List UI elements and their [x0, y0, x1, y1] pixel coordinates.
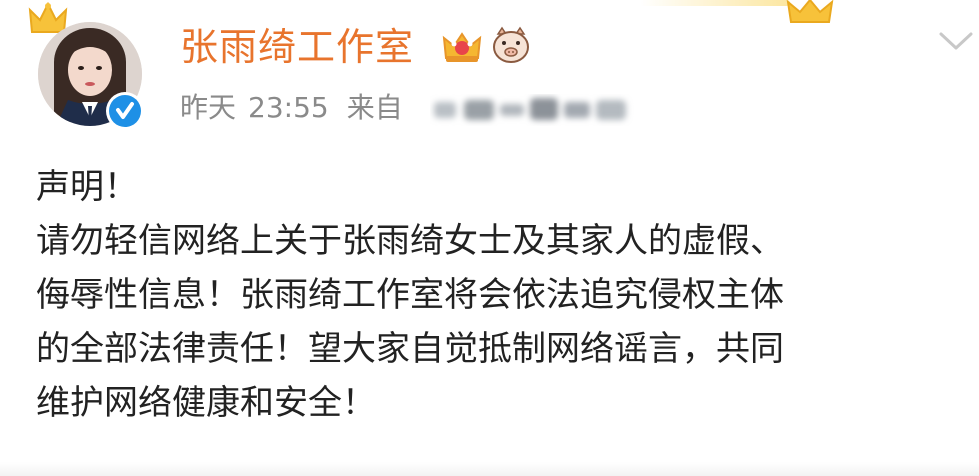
decorative-frame-line	[640, 0, 790, 6]
post-body-line: 请勿轻信网络上关于张雨绮女士及其家人的虚假、	[36, 221, 784, 261]
post-body-line: 维护网络健康和安全！	[36, 383, 376, 423]
post-timestamp-day: 昨天	[180, 91, 237, 124]
verified-badge-icon	[109, 95, 141, 127]
post-body: 声明！ 请勿轻信网络上关于张雨绮女士及其家人的虚假、 侮辱性信息！张雨绮工作室将…	[36, 160, 966, 430]
post-body-line: 侮辱性信息！张雨绮工作室将会依法追究侵权主体	[36, 275, 784, 315]
post-source-prefix: 来自	[346, 91, 403, 124]
weibo-post-card: 张雨绮工作室 昨天 23:55 来自 声明！ 请勿轻信网络上关于张雨绮女士及其家…	[0, 0, 979, 476]
post-body-line: 的全部法律责任！望大家自觉抵制网络谣言，共同	[36, 329, 784, 369]
chevron-down-icon[interactable]	[938, 30, 974, 54]
verified-badge	[106, 92, 144, 130]
post-timestamp-time: 23:55	[248, 91, 329, 124]
post-meta: 昨天 23:55 来自	[180, 88, 403, 128]
vip-crown-icon[interactable]	[442, 30, 482, 64]
username[interactable]: 张雨绮工作室	[180, 22, 414, 72]
bottom-edge-fade	[0, 462, 979, 476]
decorative-crown-icon	[786, 0, 834, 23]
post-source-blurred[interactable]	[430, 94, 640, 126]
pig-icon[interactable]	[490, 26, 532, 64]
post-body-line: 声明！	[36, 167, 138, 207]
